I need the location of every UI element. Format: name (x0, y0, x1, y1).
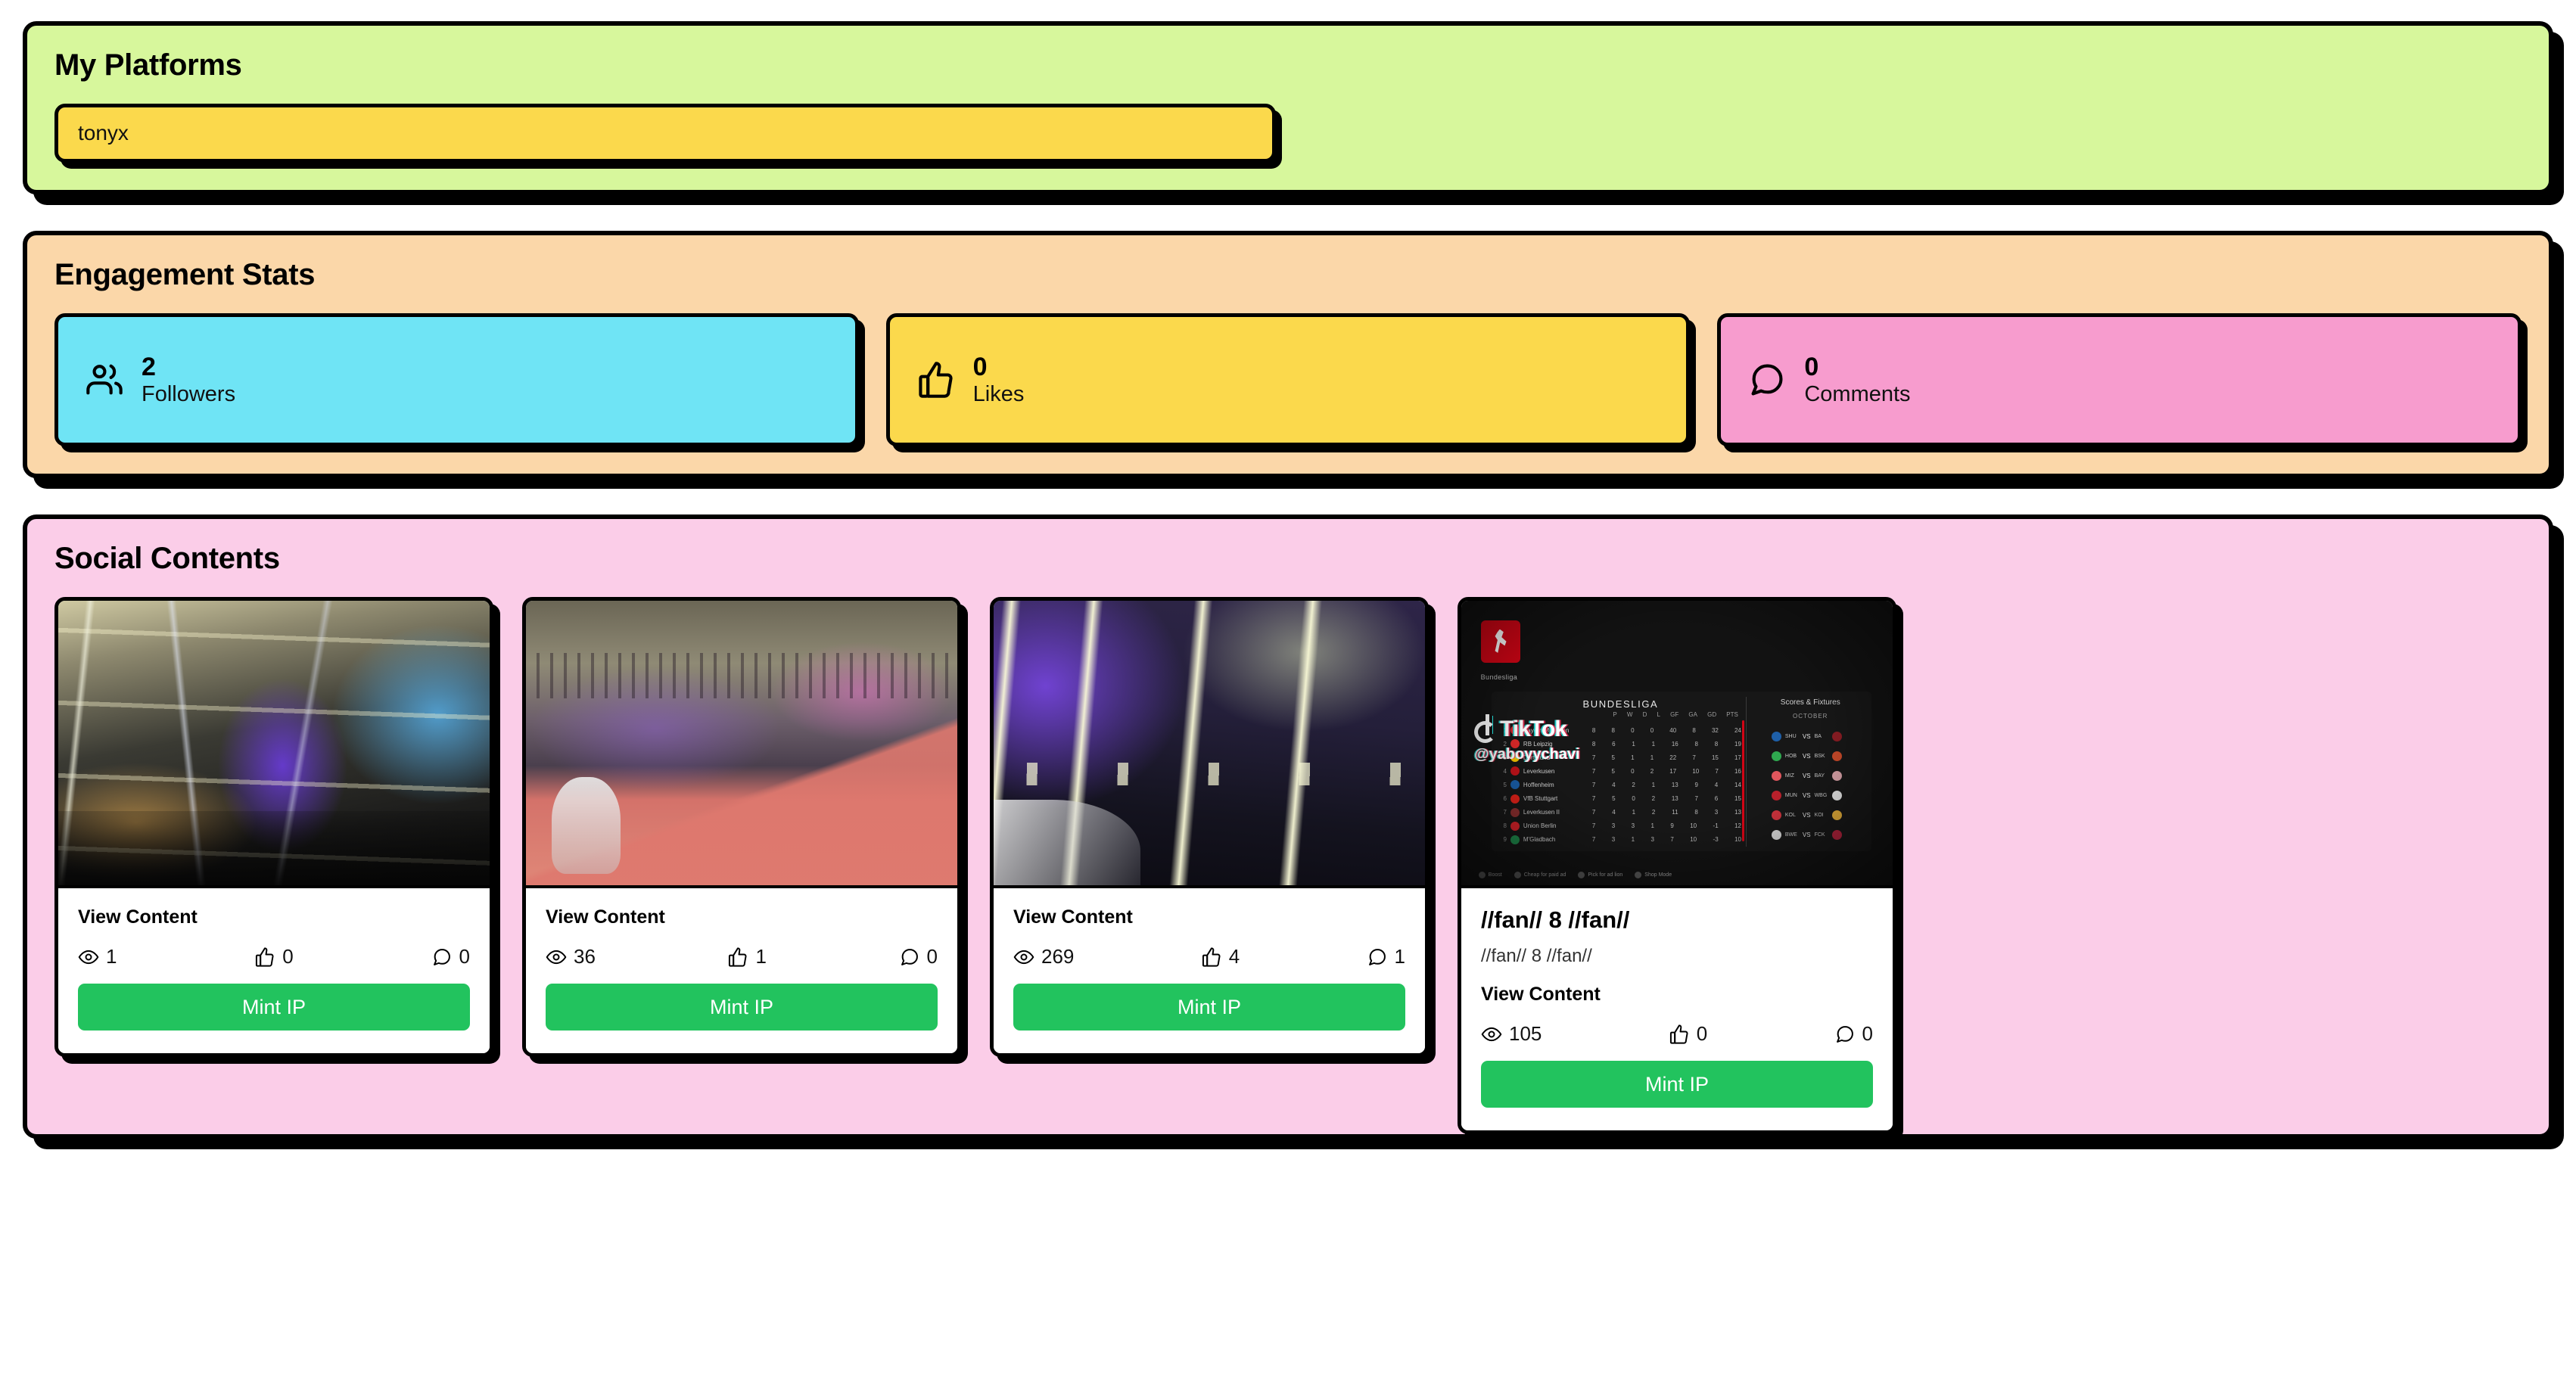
views-count: 105 (1509, 1022, 1542, 1045)
card-metrics: 269 4 1 (1013, 945, 1405, 968)
likes-label: Likes (972, 381, 1025, 406)
comments-metric: 1 (1367, 945, 1405, 968)
platform-list: tonyx (54, 104, 2522, 163)
thumbs-up-icon (1202, 947, 1221, 967)
social-content-card: Bundesliga BUNDESLIGA Scores & Fixtures … (1458, 597, 1896, 1134)
stats-row: 2 Followers 0 Likes 0 Comments (54, 313, 2522, 446)
mint-ip-button[interactable]: Mint IP (1013, 984, 1405, 1030)
stat-card-likes: 0 Likes (885, 313, 1691, 446)
eye-icon (78, 950, 99, 964)
thumbs-up-icon (256, 947, 274, 967)
card-metrics: 36 1 0 (546, 945, 938, 968)
engagement-stats-title: Engagement Stats (54, 258, 316, 291)
social-content-card: View Content 36 1 0 Mint IP (522, 597, 961, 1057)
content-description: //fan// 8 //fan// (1481, 946, 1592, 966)
thumbs-up-icon (1669, 1024, 1688, 1044)
eye-icon (1013, 950, 1034, 964)
mint-ip-button[interactable]: Mint IP (78, 984, 470, 1030)
stat-card-comments: 0 Comments (1717, 313, 2522, 446)
tiktok-bundesliga-preview: Bundesliga BUNDESLIGA Scores & Fixtures … (1461, 601, 1893, 885)
view-content-link[interactable]: View Content (1481, 984, 1873, 1006)
social-content-grid: View Content 1 0 0 Mint IP View Content … (54, 597, 2522, 1134)
mint-ip-button[interactable]: Mint IP (1481, 1061, 1873, 1108)
mint-ip-button[interactable]: Mint IP (546, 984, 938, 1030)
likes-metric: 4 (1201, 945, 1240, 968)
followers-value: 2 (142, 352, 156, 381)
comments-metric: 0 (899, 945, 938, 968)
views-metric: 1 (78, 945, 117, 968)
view-content-link[interactable]: View Content (78, 906, 470, 928)
comments-count: 0 (459, 945, 470, 968)
likes-value: 0 (972, 352, 988, 381)
likes-metric: 0 (1669, 1022, 1707, 1046)
comments-value: 0 (1804, 352, 1819, 381)
eye-icon (546, 950, 567, 964)
eye-icon (1481, 1027, 1502, 1041)
card-metrics: 1 0 0 (78, 945, 470, 968)
comment-icon (1747, 359, 1787, 400)
likes-count: 4 (1228, 945, 1240, 968)
view-content-link[interactable]: View Content (1013, 906, 1405, 928)
views-metric: 105 (1481, 1022, 1542, 1046)
card-metrics: 105 0 0 (1481, 1022, 1873, 1046)
followers-label: Followers (142, 381, 236, 406)
view-content-link[interactable]: View Content (546, 906, 938, 928)
content-thumbnail[interactable] (994, 601, 1425, 888)
likes-count: 1 (755, 945, 767, 968)
comments-label: Comments (1804, 381, 1911, 406)
content-thumbnail[interactable] (526, 601, 957, 888)
comments-count: 1 (1394, 945, 1405, 968)
comment-icon (901, 948, 918, 965)
comments-metric: 0 (1834, 1022, 1873, 1046)
platform-item-tonyx[interactable]: tonyx (54, 104, 1276, 163)
comment-icon (1368, 948, 1386, 965)
social-content-card: View Content 1 0 0 Mint IP (54, 597, 493, 1057)
likes-count: 0 (1696, 1022, 1708, 1045)
my-platforms-panel: My Platforms tonyx (23, 21, 2553, 194)
views-count: 36 (574, 945, 596, 968)
likes-count: 0 (282, 945, 294, 968)
likes-metric: 0 (254, 945, 294, 968)
stat-card-followers: 2 Followers (54, 313, 859, 446)
comments-count: 0 (926, 945, 938, 968)
thumbs-up-icon (916, 359, 957, 400)
comments-metric: 0 (431, 945, 470, 968)
engagement-stats-panel: Engagement Stats 2 Followers 0 Likes 0 C… (23, 231, 2553, 478)
thumbs-up-icon (729, 947, 747, 967)
comment-icon (1836, 1025, 1853, 1043)
content-thumbnail[interactable]: Bundesliga BUNDESLIGA Scores & Fixtures … (1461, 601, 1893, 888)
views-metric: 36 (546, 945, 596, 968)
views-count: 1 (106, 945, 117, 968)
content-thumbnail[interactable] (58, 601, 490, 888)
social-contents-panel: Social Contents View Content 1 0 0 Mint … (23, 514, 2553, 1139)
platform-name: tonyx (78, 121, 129, 145)
content-title: //fan// 8 //fan// (1481, 906, 1630, 933)
dashboard-page: My Platforms tonyx Engagement Stats 2 Fo… (0, 0, 2576, 1374)
users-icon (84, 359, 125, 400)
views-count: 269 (1041, 945, 1075, 968)
my-platforms-title: My Platforms (54, 48, 242, 82)
comment-icon (433, 948, 450, 965)
views-metric: 269 (1013, 945, 1074, 968)
likes-metric: 1 (727, 945, 767, 968)
comments-count: 0 (1862, 1022, 1873, 1045)
social-contents-title: Social Contents (54, 542, 280, 575)
thumbnail-vignette (1461, 601, 1893, 885)
social-content-card: View Content 269 4 1 Mint IP (990, 597, 1429, 1057)
